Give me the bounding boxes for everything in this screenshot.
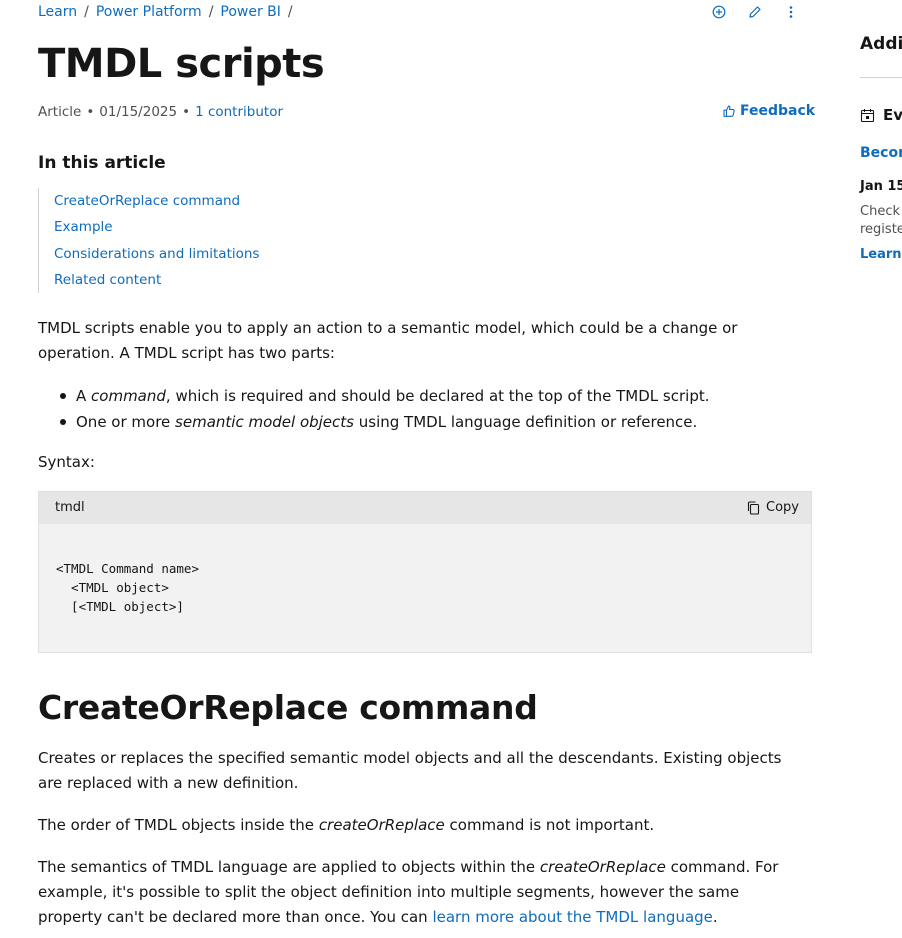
breadcrumb-separator: / xyxy=(208,4,214,20)
copy-button[interactable]: Copy xyxy=(747,499,799,517)
sidebar-event-date: Jan 15, xyxy=(860,179,902,194)
breadcrumb-power-bi[interactable]: Power BI xyxy=(220,4,281,20)
meta-separator: • xyxy=(182,104,191,120)
breadcrumb-power-platform[interactable]: Power Platform xyxy=(96,4,202,20)
more-vertical-icon xyxy=(789,6,793,18)
code-language: tmdl xyxy=(55,500,85,515)
sidebar-title: Additi xyxy=(860,34,902,54)
article-date: 01/15/2025 xyxy=(99,104,178,120)
feedback-label: Feedback xyxy=(740,103,816,119)
sidebar-event-link[interactable]: Becom xyxy=(860,143,902,163)
toc-item-related-content[interactable]: Related content xyxy=(39,267,338,293)
list-item: A command, which is required and should … xyxy=(38,383,802,409)
intro-paragraph: TMDL scripts enable you to apply an acti… xyxy=(38,319,738,362)
feedback-button[interactable]: Feedback xyxy=(722,101,815,121)
sidebar-event-label: Eve xyxy=(883,106,902,124)
code-header: tmdl Copy xyxy=(39,492,811,524)
breadcrumb-learn[interactable]: Learn xyxy=(38,4,77,20)
breadcrumb-separator: / xyxy=(84,4,89,20)
toc-item-example[interactable]: Example xyxy=(39,214,338,240)
top-bar: Learn / Power Platform / Power BI / xyxy=(38,2,802,22)
breadcrumb-separator: / xyxy=(287,4,293,20)
add-circle-icon xyxy=(712,5,726,19)
section-paragraph: The order of TMDL objects inside the cre… xyxy=(38,816,655,834)
calendar-icon xyxy=(860,108,875,122)
sidebar-divider xyxy=(860,77,902,78)
edit-icon xyxy=(749,6,761,18)
code-content[interactable]: <TMDL Command name> <TMDL object> [<TMDL… xyxy=(56,559,199,616)
breadcrumb: Learn / Power Platform / Power BI / xyxy=(38,2,300,22)
article-type: Article xyxy=(38,104,82,120)
table-of-contents: CreateOrReplace command Example Consider… xyxy=(38,188,338,294)
code-block: tmdl Copy <TMDL Command name> <TMDL obje… xyxy=(38,491,812,653)
copy-icon xyxy=(747,501,760,515)
more-options-button[interactable] xyxy=(780,2,802,22)
section-heading-createorreplace: CreateOrReplace command xyxy=(38,688,538,727)
list-item: One or more semantic model objects using… xyxy=(38,409,802,435)
thumbs-up-icon xyxy=(723,105,735,117)
syntax-label: Syntax: xyxy=(38,453,95,471)
contributors-link[interactable]: 1 contributor xyxy=(195,104,283,120)
page-actions xyxy=(708,2,802,22)
sidebar-event-description: Check yregiste xyxy=(860,204,902,237)
page-title: TMDL scripts xyxy=(38,41,325,87)
tmdl-language-link[interactable]: learn more about the TMDL language xyxy=(432,908,712,926)
section-paragraph: Creates or replaces the specified semant… xyxy=(38,749,782,792)
edit-button[interactable] xyxy=(744,2,766,22)
article-meta: Article • 01/15/2025 • 1 contributor xyxy=(38,102,283,122)
copy-label: Copy xyxy=(766,500,799,515)
add-collection-button[interactable] xyxy=(708,2,730,22)
sidebar-learn-more-link[interactable]: Learn n xyxy=(860,245,902,265)
toc-heading: In this article xyxy=(38,153,166,173)
sidebar-event-header: Eve xyxy=(860,104,902,126)
intro-bullet-list: A command, which is required and should … xyxy=(38,383,802,435)
meta-separator: • xyxy=(86,104,95,120)
toc-item-considerations[interactable]: Considerations and limitations xyxy=(39,241,338,267)
section-paragraph: The semantics of TMDL language are appli… xyxy=(38,858,779,926)
toc-item-createorreplace[interactable]: CreateOrReplace command xyxy=(39,188,338,214)
